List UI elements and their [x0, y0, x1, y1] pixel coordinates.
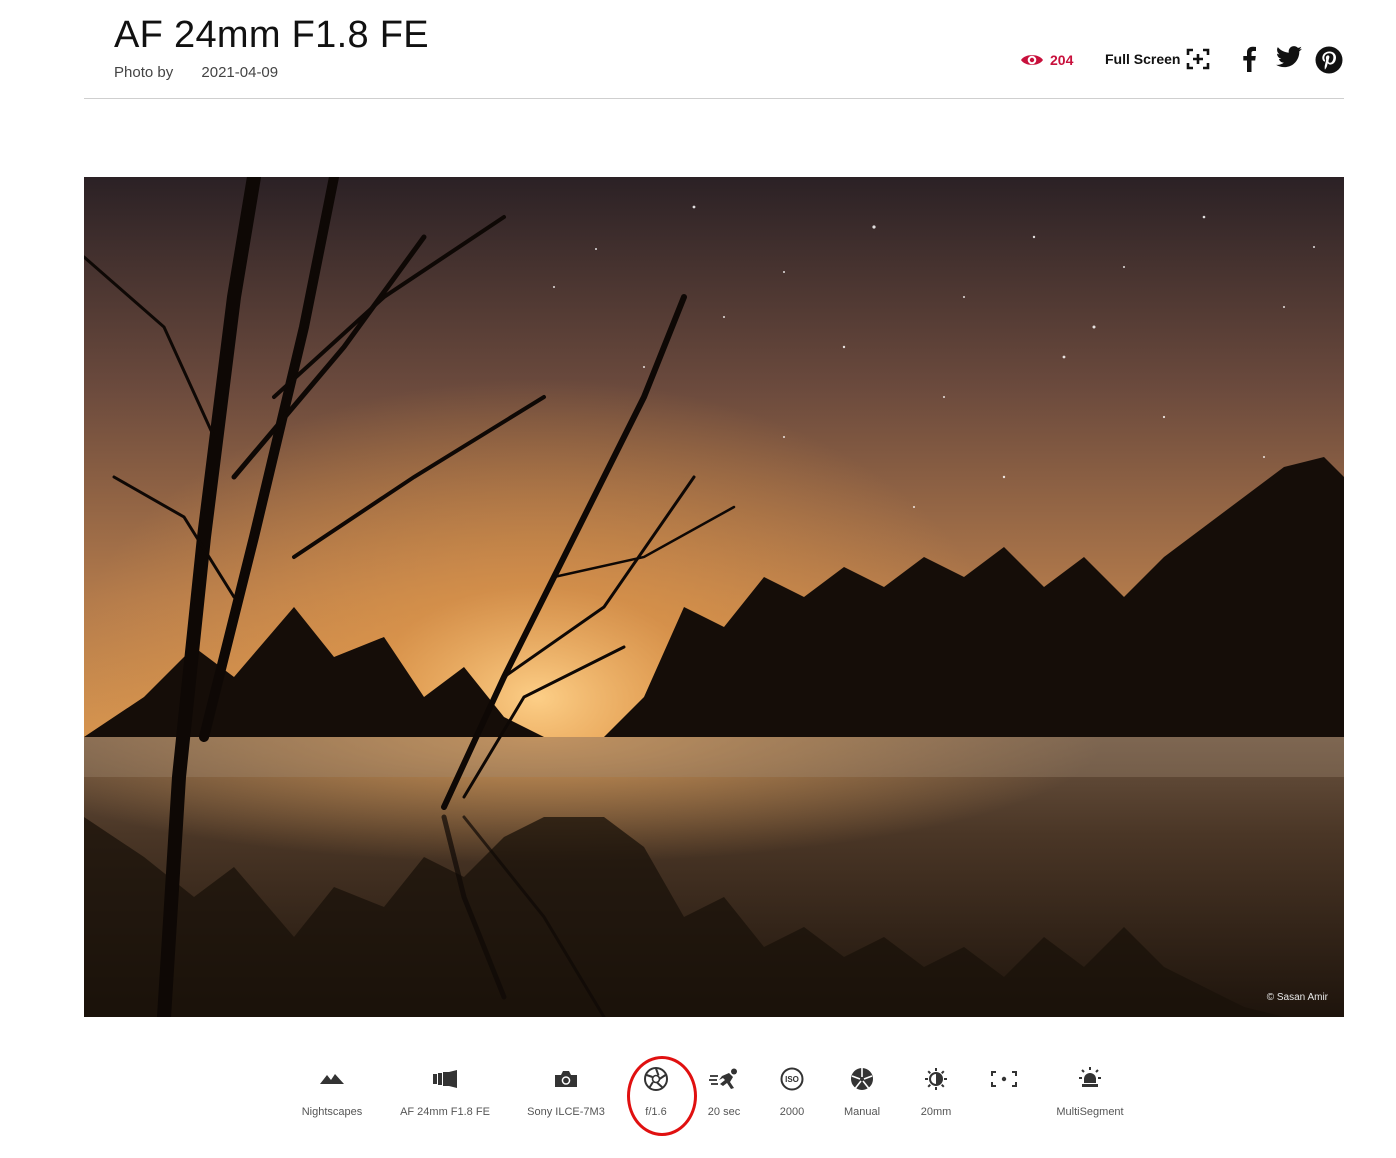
fullscreen-icon: [1187, 48, 1210, 70]
photo-header: AF 24mm F1.8 FE Photo by 2021-04-09 204 …: [84, 0, 1344, 99]
svg-text:ISO: ISO: [785, 1075, 799, 1084]
camera-icon: [555, 1071, 577, 1087]
pinterest-share-button[interactable]: [1315, 46, 1343, 74]
night-landscape-photo: [84, 177, 1344, 1017]
iso-icon: ISO: [780, 1067, 804, 1091]
exif-bar: Nightscapes AF 24mm F1.8 FE Sony ILCE-7M…: [0, 1060, 1396, 1140]
fullscreen-label: Full Screen: [1105, 51, 1181, 67]
exif-metering[interactable]: MultiSegment: [1030, 1060, 1150, 1120]
mountains-icon: [320, 1074, 344, 1084]
twitter-icon: [1276, 46, 1302, 68]
view-count-value: 204: [1050, 52, 1074, 68]
facebook-share-button[interactable]: [1240, 46, 1258, 72]
exif-category-label: Nightscapes: [301, 1106, 363, 1118]
eye-icon: [1021, 55, 1043, 65]
lens-icon: [433, 1070, 457, 1088]
main-photo[interactable]: © Sasan Amir: [84, 177, 1344, 1017]
photo-date: 2021-04-09: [201, 64, 279, 81]
exif-metering-label: MultiSegment: [1056, 1106, 1124, 1118]
page-title: AF 24mm F1.8 FE: [114, 14, 429, 56]
photo-by-label: Photo by: [114, 64, 174, 81]
exif-lens-label: AF 24mm F1.8 FE: [400, 1106, 490, 1118]
photo-meta: Photo by 2021-04-09: [114, 64, 278, 81]
pinterest-icon: [1315, 46, 1343, 74]
view-count: 204: [1020, 52, 1073, 68]
focus-point-icon: [991, 1071, 1017, 1087]
facebook-icon: [1243, 46, 1256, 72]
exposure-mode-icon: [851, 1068, 873, 1090]
fullscreen-button[interactable]: Full Screen: [1105, 48, 1210, 70]
twitter-share-button[interactable]: [1276, 46, 1302, 68]
metering-icon: [1079, 1067, 1101, 1087]
exif-lens[interactable]: AF 24mm F1.8 FE: [385, 1060, 505, 1120]
photo-credit: © Sasan Amir: [1266, 992, 1328, 1003]
exif-category[interactable]: Nightscapes: [272, 1060, 392, 1120]
